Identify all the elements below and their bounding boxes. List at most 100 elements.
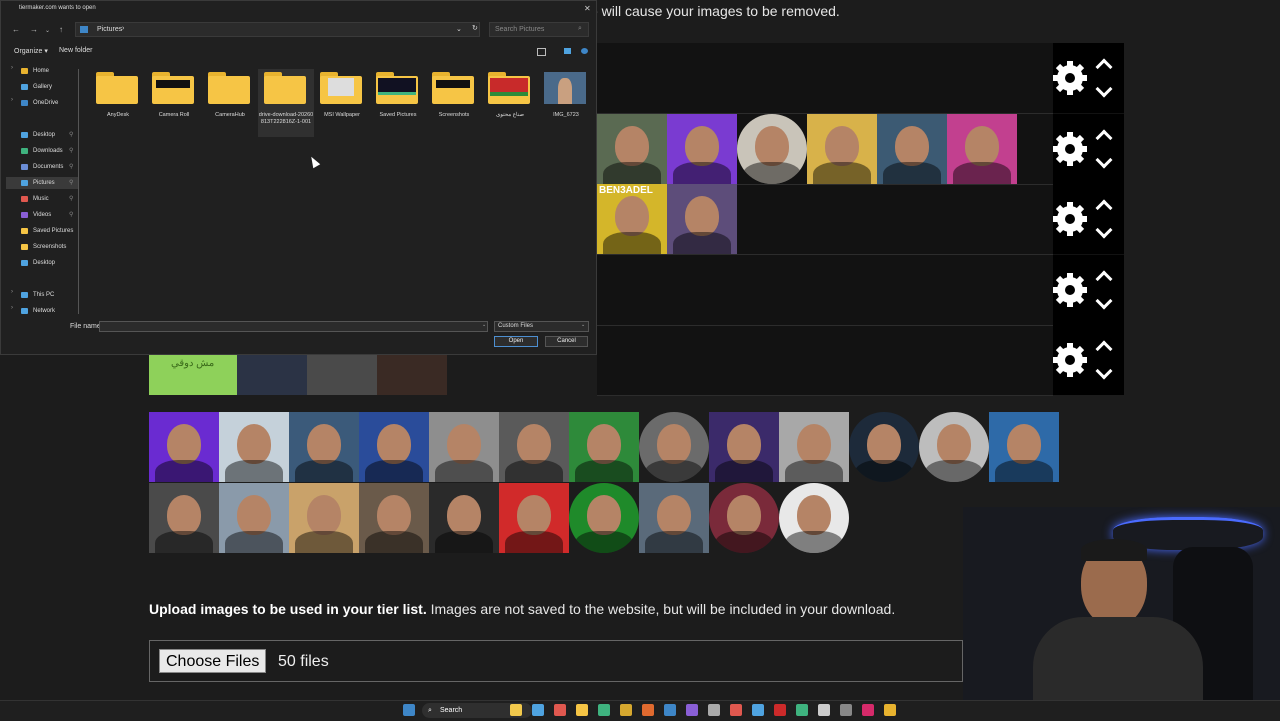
- pool-image[interactable]: [219, 412, 289, 482]
- nav-item-screenshots[interactable]: Screenshots: [21, 241, 77, 253]
- folder-item[interactable]: CameraHub: [202, 69, 258, 137]
- taskbar-app-icon[interactable]: [554, 704, 566, 716]
- pool-image[interactable]: [779, 412, 849, 482]
- nav-item-onedrive[interactable]: OneDrive: [21, 97, 77, 109]
- address-pictures[interactable]: Pictures: [97, 26, 122, 33]
- chevron-right-icon[interactable]: ›: [11, 305, 13, 311]
- open-button[interactable]: Open: [494, 336, 538, 347]
- pool-image[interactable]: [639, 412, 709, 482]
- chevron-up-icon[interactable]: [1095, 199, 1113, 217]
- tier-image[interactable]: [667, 184, 737, 254]
- nav-item-home[interactable]: Home: [21, 65, 77, 77]
- folder-item[interactable]: AnyDesk: [90, 69, 146, 137]
- tier-image[interactable]: BEN3ADEL: [597, 184, 667, 254]
- taskbar-app-icon[interactable]: [532, 704, 544, 716]
- settings-gear-icon[interactable]: [1053, 131, 1087, 166]
- pool-image[interactable]: [569, 412, 639, 482]
- chevron-right-icon[interactable]: ›: [11, 65, 13, 71]
- taskbar-app-icon[interactable]: [510, 704, 522, 716]
- nav-item-gallery[interactable]: Gallery: [21, 81, 77, 93]
- folder-item[interactable]: Camera Roll: [146, 69, 202, 137]
- pool-image[interactable]: [709, 412, 779, 482]
- pool-image[interactable]: [499, 483, 569, 553]
- preview-pane-icon[interactable]: [564, 48, 571, 54]
- new-folder-button[interactable]: New folder: [59, 47, 92, 54]
- nav-item-desktop[interactable]: Desktop: [21, 257, 77, 269]
- folder-item[interactable]: Saved Pictures: [370, 69, 426, 137]
- taskbar-app-icon[interactable]: [818, 704, 830, 716]
- up-icon[interactable]: ↑: [59, 25, 63, 34]
- chevron-down-icon[interactable]: [1095, 80, 1113, 98]
- tier-image[interactable]: [237, 354, 307, 395]
- file-type-select[interactable]: Custom Files ⌄: [494, 321, 589, 332]
- pool-image[interactable]: [359, 412, 429, 482]
- taskbar-app-icon[interactable]: [752, 704, 764, 716]
- help-icon[interactable]: [581, 48, 588, 54]
- forward-icon[interactable]: →: [30, 25, 38, 34]
- taskbar-app-icon[interactable]: [774, 704, 786, 716]
- taskbar-app-icon[interactable]: [840, 704, 852, 716]
- taskbar-app-icon[interactable]: [598, 704, 610, 716]
- close-icon[interactable]: ✕: [584, 4, 591, 13]
- nav-item-videos[interactable]: Videos ⚲: [21, 209, 77, 221]
- windows-start-icon[interactable]: [403, 704, 415, 716]
- pool-image[interactable]: [639, 483, 709, 553]
- pool-image[interactable]: [569, 483, 639, 553]
- pool-image[interactable]: [779, 483, 849, 553]
- taskbar-app-icon[interactable]: [884, 704, 896, 716]
- nav-item-documents[interactable]: Documents ⚲: [21, 161, 77, 173]
- pool-image[interactable]: [149, 483, 219, 553]
- chevron-up-icon[interactable]: [1095, 58, 1113, 76]
- refresh-icon[interactable]: ↻: [472, 24, 478, 32]
- taskbar-app-icon[interactable]: [576, 704, 588, 716]
- address-dropdown-icon[interactable]: ⌄: [456, 25, 462, 33]
- back-icon[interactable]: ←: [12, 25, 20, 34]
- pool-image[interactable]: [289, 483, 359, 553]
- taskbar-app-icon[interactable]: [730, 704, 742, 716]
- pool-image[interactable]: [289, 412, 359, 482]
- file-name-input[interactable]: ⌄: [99, 321, 488, 332]
- chevron-up-icon[interactable]: [1095, 129, 1113, 146]
- settings-gear-icon[interactable]: [1053, 272, 1087, 307]
- tier-image[interactable]: [307, 354, 377, 395]
- tier-image[interactable]: [947, 114, 1017, 184]
- taskbar-app-icon[interactable]: [862, 704, 874, 716]
- nav-item-network[interactable]: Network: [21, 305, 77, 317]
- cancel-button[interactable]: Cancel: [545, 336, 588, 347]
- pool-image[interactable]: [429, 483, 499, 553]
- chevron-down-icon[interactable]: [1095, 151, 1113, 168]
- folder-item[interactable]: صناع محتوى: [482, 69, 538, 137]
- chevron-down-icon[interactable]: [1095, 221, 1113, 239]
- pool-image[interactable]: [989, 412, 1059, 482]
- search-pictures-input[interactable]: Search Pictures ⌕: [489, 22, 589, 37]
- pool-image[interactable]: [429, 412, 499, 482]
- chevron-up-icon[interactable]: [1095, 270, 1113, 287]
- view-options-icon[interactable]: [537, 48, 546, 56]
- chevron-right-icon[interactable]: ›: [11, 289, 13, 295]
- taskbar-app-icon[interactable]: [796, 704, 808, 716]
- pool-image[interactable]: [919, 412, 989, 482]
- tier-image[interactable]: [737, 114, 807, 184]
- chevron-down-icon[interactable]: ⌄: [45, 27, 50, 34]
- chevron-down-icon[interactable]: [1095, 362, 1113, 380]
- pool-image[interactable]: [499, 412, 569, 482]
- pool-image[interactable]: [359, 483, 429, 553]
- pool-image[interactable]: [709, 483, 779, 553]
- nav-item-saved-pictures[interactable]: Saved Pictures: [21, 225, 77, 237]
- taskbar-app-icon[interactable]: [620, 704, 632, 716]
- settings-gear-icon[interactable]: [1053, 202, 1087, 236]
- address-bar[interactable]: Pictures › ⌄ ↻: [75, 22, 480, 37]
- nav-item-pictures[interactable]: Pictures ⚲: [6, 177, 78, 189]
- choose-files-button[interactable]: Choose Files: [159, 649, 267, 673]
- tier-image[interactable]: [667, 114, 737, 184]
- taskbar-app-icon[interactable]: [664, 704, 676, 716]
- taskbar-app-icon[interactable]: [708, 704, 720, 716]
- pool-image[interactable]: [219, 483, 289, 553]
- folder-item[interactable]: Screenshots: [426, 69, 482, 137]
- image-file[interactable]: IMG_6723: [538, 69, 594, 137]
- chevron-down-icon[interactable]: [1095, 292, 1113, 309]
- nav-item-this-pc[interactable]: This PC: [21, 289, 77, 301]
- organize-button[interactable]: Organize ▾: [14, 47, 48, 55]
- chevron-up-icon[interactable]: [1095, 340, 1113, 358]
- tier-image[interactable]: [807, 114, 877, 184]
